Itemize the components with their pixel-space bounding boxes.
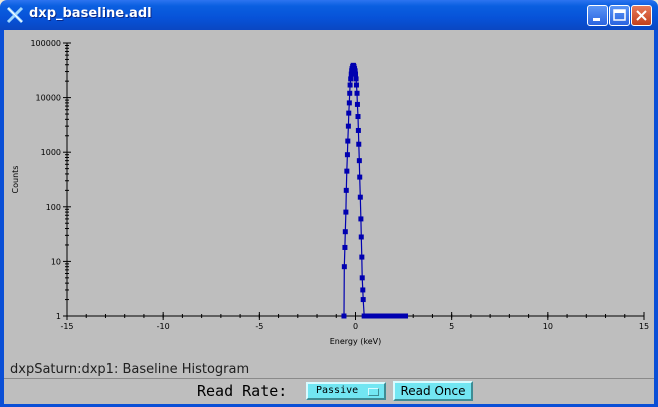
data-point	[355, 114, 361, 120]
data-point	[348, 76, 354, 82]
data-point	[345, 123, 351, 129]
data-point	[344, 168, 350, 174]
read-once-button[interactable]: Read Once	[393, 381, 473, 401]
x-tick-label: 0	[353, 322, 358, 331]
data-point	[344, 152, 350, 158]
data-point	[346, 110, 352, 116]
histogram-caption: dxpSaturn:dxp1: Baseline Histogram	[10, 362, 250, 377]
data-point	[354, 90, 360, 96]
y-tick-label: 1000	[41, 148, 61, 157]
data-point	[357, 174, 363, 180]
y-tick-label: 10	[51, 257, 61, 266]
menu-indicator-icon	[368, 388, 379, 396]
y-tick-label: 100000	[30, 39, 61, 48]
x-tick-label: 5	[449, 322, 454, 331]
client-area: 1 10 100 1000 10000 100000 -15 -10 -5 0 5 10 15 Energ…	[4, 30, 654, 404]
data-point	[354, 101, 360, 107]
data-point	[353, 82, 359, 88]
maximize-button[interactable]	[609, 5, 630, 26]
read-rate-label: Read Rate:	[197, 382, 288, 400]
data-point	[343, 187, 349, 193]
x-tick-label: 15	[639, 322, 649, 331]
data-point	[343, 209, 349, 215]
data-point	[357, 194, 363, 200]
y-tick-label: 100	[46, 203, 61, 212]
data-point	[359, 275, 365, 281]
baseline-histogram-plot: 1 10 100 1000 10000 100000 -15 -10 -5 0 5 10 15 Energ…	[11, 39, 649, 346]
data-point	[356, 141, 362, 147]
close-icon	[636, 10, 647, 21]
close-button[interactable]	[631, 5, 652, 26]
data-point	[403, 313, 409, 319]
application-window: dxp_baseline.adl 1 10 100 1000 10000 100000 -1…	[0, 0, 658, 407]
y-tick-label: 10000	[36, 94, 61, 103]
maximize-icon	[613, 9, 626, 21]
title-bar[interactable]: dxp_baseline.adl	[0, 0, 658, 30]
data-point	[346, 100, 352, 106]
data-point	[342, 244, 348, 250]
minimize-icon	[593, 18, 600, 21]
x-tick-label: -15	[60, 322, 73, 331]
data-point	[353, 71, 358, 77]
data-point	[347, 90, 353, 96]
x-tick-label: -10	[157, 322, 170, 331]
data-point	[345, 138, 351, 144]
data-point	[360, 287, 366, 293]
data-point	[356, 158, 362, 164]
data-point	[342, 229, 348, 235]
window-frame: 1 10 100 1000 10000 100000 -15 -10 -5 0 5 10 15 Energ…	[0, 30, 658, 407]
read-rate-menu[interactable]: Passive	[306, 382, 386, 400]
data-point	[353, 76, 359, 82]
data-point	[341, 264, 347, 270]
data-point	[355, 127, 361, 133]
data-point	[360, 297, 366, 303]
data-point	[341, 313, 347, 319]
x-axis-label: Energy (keV)	[330, 337, 382, 346]
data-point	[358, 234, 364, 240]
window-title: dxp_baseline.adl	[29, 6, 152, 21]
x-tick-label: -5	[255, 322, 263, 331]
data-point	[347, 82, 353, 88]
x-tick-label: 10	[543, 322, 553, 331]
control-bar: Read Rate: Passive Read Once	[4, 378, 654, 404]
minimize-button[interactable]	[587, 5, 608, 26]
data-point	[358, 216, 364, 222]
series-line	[343, 64, 406, 317]
y-axis-label: Counts	[11, 166, 20, 194]
read-rate-value: Passive	[316, 385, 359, 396]
data-point	[359, 254, 365, 260]
x-window-icon	[6, 6, 24, 24]
y-tick-label: 1	[56, 312, 61, 321]
